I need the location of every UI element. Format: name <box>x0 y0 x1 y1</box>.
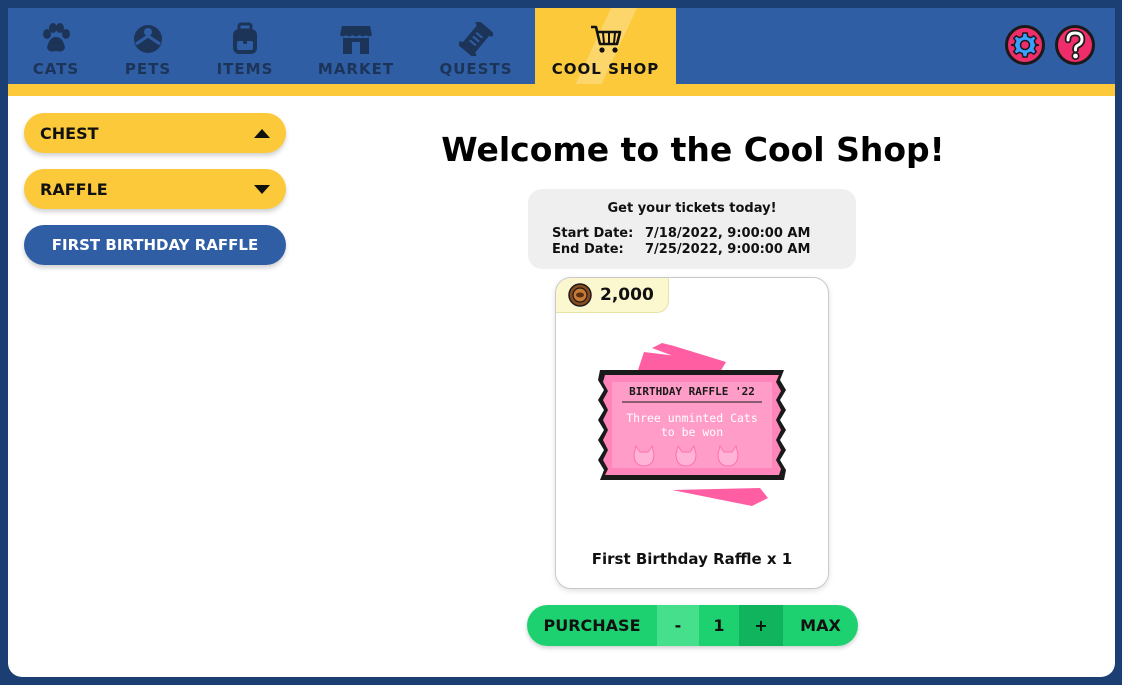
tab-cats-label: CATS <box>32 60 80 78</box>
price-tag: 2,000 <box>556 278 669 313</box>
raffle-ticket-card[interactable]: 2,000 BIRTHDAY RAFFLE '22 Three unminted… <box>555 277 829 589</box>
nav-underline-stripe <box>8 84 1115 96</box>
tab-quests-label: QUESTS <box>439 60 513 78</box>
scroll-icon <box>459 22 493 56</box>
tab-market-label: MARKET <box>317 60 395 78</box>
app-window: CATS PETS ITEMS MARKET QUESTS COOL SHOP … <box>8 8 1115 677</box>
purchase-controls: PURCHASE - 1 + MAX <box>527 605 858 646</box>
tab-pets-label: PETS <box>124 60 172 78</box>
tab-cool-shop-label: COOL SHOP <box>551 60 660 78</box>
top-nav-bar: CATS PETS ITEMS MARKET QUESTS COOL SHOP <box>8 8 1115 84</box>
card-caption: First Birthday Raffle x 1 <box>591 550 793 568</box>
ticket-title: BIRTHDAY RAFFLE '22 <box>629 385 755 398</box>
increment-button[interactable]: + <box>739 605 783 646</box>
end-date-label: End Date: <box>552 242 624 257</box>
sidebar-item-label: FIRST BIRTHDAY RAFFLE <box>51 236 259 254</box>
pet-ball-icon <box>134 25 162 53</box>
sidebar-category-raffle[interactable]: RAFFLE <box>24 169 286 209</box>
decrement-button[interactable]: - <box>657 605 699 646</box>
raffle-ticket-image: BIRTHDAY RAFFLE '22 Three unminted Cats … <box>598 343 786 506</box>
start-date-row: Start Date: 7/18/2022, 9:00:00 AM <box>552 226 810 241</box>
paw-icon <box>43 23 70 52</box>
purchase-button[interactable]: PURCHASE <box>527 605 657 646</box>
ticket-line-1: Three unminted Cats <box>626 411 758 425</box>
start-date-label: Start Date: <box>552 226 634 241</box>
settings-button[interactable] <box>1005 25 1045 65</box>
backpack-icon <box>233 22 257 54</box>
info-headline: Get your tickets today! <box>607 201 777 216</box>
tab-items[interactable]: ITEMS <box>200 8 290 84</box>
question-mark-icon <box>1064 30 1086 60</box>
shopping-cart-icon <box>590 25 621 53</box>
storefront-icon <box>340 26 372 54</box>
tab-cats[interactable]: CATS <box>12 8 100 84</box>
caret-down-icon <box>254 184 270 194</box>
ticket-back-lower <box>672 488 768 506</box>
price-value: 2,000 <box>600 285 654 305</box>
tab-cool-shop[interactable]: COOL SHOP <box>535 8 676 84</box>
max-button[interactable]: MAX <box>783 605 858 646</box>
quantity-value[interactable]: 1 <box>699 605 739 646</box>
ticket-line-2: to be won <box>661 425 723 439</box>
tab-market[interactable]: MARKET <box>308 8 404 84</box>
gear-icon <box>1011 32 1039 58</box>
help-button[interactable] <box>1055 25 1095 65</box>
start-date-value: 7/18/2022, 9:00:00 AM <box>645 226 811 241</box>
sidebar-category-raffle-label: RAFFLE <box>40 179 108 199</box>
tab-quests[interactable]: QUESTS <box>428 8 524 84</box>
sidebar-category-chest-label: CHEST <box>40 123 99 143</box>
end-date-row: End Date: 7/25/2022, 9:00:00 AM <box>552 242 810 257</box>
end-date-value: 7/25/2022, 9:00:00 AM <box>645 242 811 257</box>
raffle-info-box: Get your tickets today! Start Date: 7/18/… <box>528 189 856 269</box>
sidebar-item-first-birthday-raffle[interactable]: FIRST BIRTHDAY RAFFLE <box>24 225 286 265</box>
tab-items-label: ITEMS <box>216 60 274 78</box>
page-title: Welcome to the Cool Shop! <box>441 130 945 169</box>
caret-up-icon <box>254 128 270 138</box>
coin-icon <box>568 283 592 307</box>
tab-pets[interactable]: PETS <box>108 8 188 84</box>
sidebar-category-chest[interactable]: CHEST <box>24 113 286 153</box>
